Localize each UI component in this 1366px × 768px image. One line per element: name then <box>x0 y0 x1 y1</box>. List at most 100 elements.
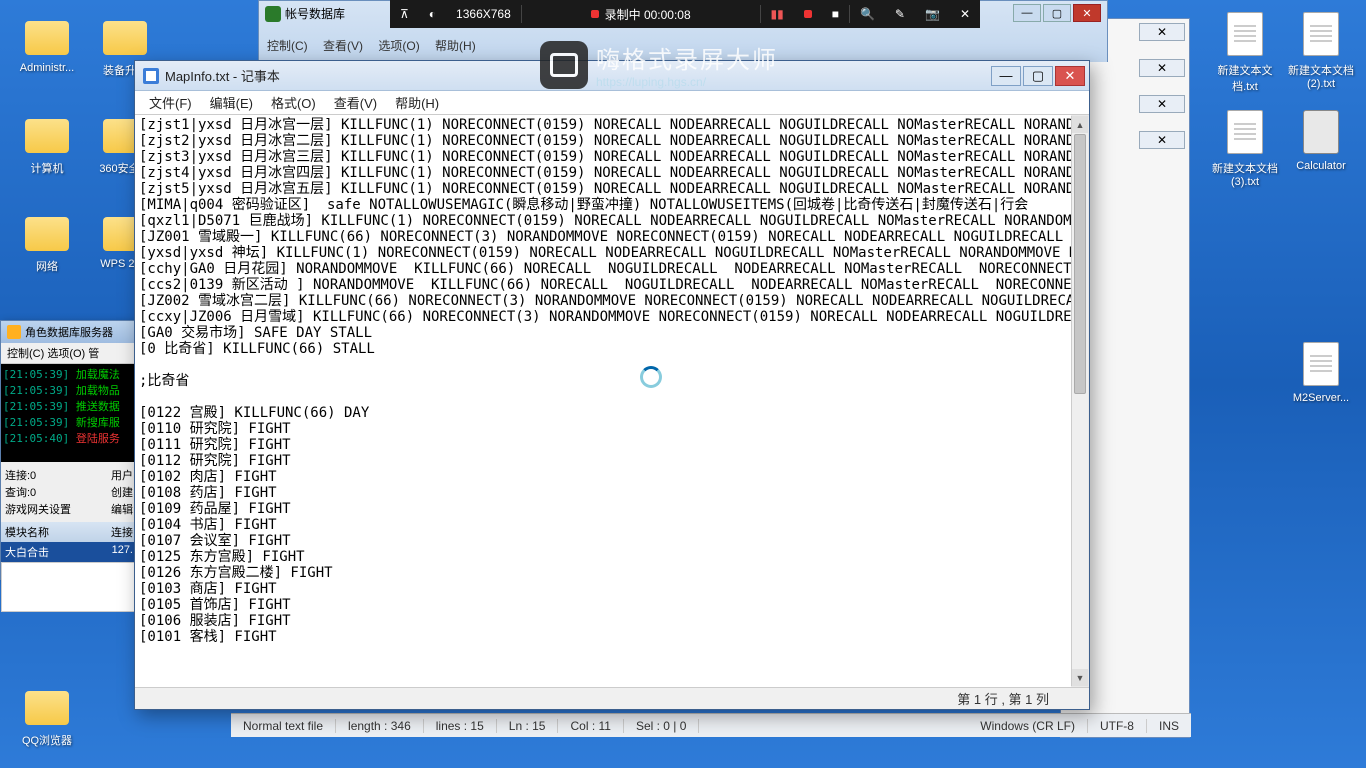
editor-line[interactable]: [0112 研究院] FIGHT <box>139 453 1067 469</box>
tab-close-icon[interactable]: ✕ <box>1139 95 1185 113</box>
editor-line[interactable]: [ccxy|JZ006 日月雪域] KILLFUNC(66) NORECONNE… <box>139 309 1067 325</box>
desktop-icon[interactable]: 新建文本文档 (3).txt <box>1210 108 1280 188</box>
tab-close-icon[interactable]: ✕ <box>1139 59 1185 77</box>
titlebar[interactable]: MapInfo.txt - 记事本 — ▢ ✕ <box>135 61 1089 91</box>
close-icon[interactable]: ✕ <box>950 0 980 28</box>
pencil-icon[interactable]: ✎ <box>885 0 915 28</box>
editor-line[interactable] <box>139 389 1067 405</box>
menu-format[interactable]: 格式(O) <box>263 91 324 114</box>
editor-line[interactable]: [zjst2|yxsd 日月冰宫二层] KILLFUNC(1) NORECONN… <box>139 133 1067 149</box>
editor-line[interactable]: [zjst5|yxsd 日月冰宫五层] KILLFUNC(1) NORECONN… <box>139 181 1067 197</box>
editor-line[interactable]: [0105 首饰店] FIGHT <box>139 597 1067 613</box>
desktop-icon[interactable]: M2Server... <box>1286 340 1356 404</box>
desktop-icon[interactable]: 新建文本文档.txt <box>1210 10 1280 94</box>
stats-panel: 连接:0用户查询:0创建游戏网关设置编辑 <box>1 462 137 522</box>
editor-line[interactable]: ;比奇省 <box>139 373 1067 389</box>
menu-view[interactable]: 查看(V) <box>326 91 385 114</box>
editor-line[interactable]: [MIMA|q004 密码验证区] safe NOTALLOWUSEMAGIC(… <box>139 197 1067 213</box>
notepad-icon <box>143 68 159 84</box>
log-output: [21:05:39] 加载魔法[21:05:39] 加载物品[21:05:39]… <box>1 364 137 462</box>
stop-icon[interactable]: ■ <box>822 0 849 28</box>
loading-spinner-icon <box>640 366 662 388</box>
pause-icon[interactable]: ▮▮ <box>761 0 794 28</box>
editor-line[interactable]: [GA0 交易市场] SAFE DAY STALL <box>139 325 1067 341</box>
desktop-icon-label: M2Server... <box>1286 392 1356 404</box>
editor-line[interactable]: [0122 宫殿] KILLFUNC(66) DAY <box>139 405 1067 421</box>
desktop-icon-label: 网络 <box>12 258 82 274</box>
role-db-server-window: 角色数据库服务器 控制(C) 选项(O) 管 [21:05:39] 加载魔法[2… <box>0 320 138 580</box>
desktop-icon[interactable]: Calculator <box>1286 108 1356 172</box>
maximize-button[interactable]: ▢ <box>1023 66 1053 86</box>
editor-line[interactable]: [0 比奇省] KILLFUNC(66) STALL <box>139 341 1067 357</box>
desktop-icon[interactable]: 网络 <box>12 206 82 274</box>
window-title: MapInfo.txt - 记事本 <box>165 66 991 85</box>
editor-line[interactable]: [0106 服装店] FIGHT <box>139 613 1067 629</box>
tab-close-icon[interactable]: ✕ <box>1139 131 1185 149</box>
cursor-position: 第 1 行 , 第 1 列 <box>957 689 1049 708</box>
menu-edit[interactable]: 编辑(E) <box>202 91 261 114</box>
desktop-icon[interactable]: QQ浏览器 <box>12 680 82 748</box>
editor-line[interactable]: [zjst1|yxsd 日月冰宫一层] KILLFUNC(1) NORECONN… <box>139 117 1067 133</box>
editor-line[interactable]: [0125 东方宫殿] FIGHT <box>139 549 1067 565</box>
editor-line[interactable] <box>139 357 1067 373</box>
editor-line[interactable]: [0108 药店] FIGHT <box>139 485 1067 501</box>
editor-line[interactable]: [0104 书店] FIGHT <box>139 517 1067 533</box>
editor-line[interactable]: [qxzl1|D5071 巨鹿战场] KILLFUNC(1) NORECONNE… <box>139 213 1067 229</box>
desktop-icon-label: QQ浏览器 <box>12 732 82 748</box>
editor-line[interactable]: [0110 研究院] FIGHT <box>139 421 1067 437</box>
app-icon <box>265 6 281 22</box>
editor-line[interactable]: [0103 商店] FIGHT <box>139 581 1067 597</box>
module-header: 模块名称连接 <box>1 522 137 542</box>
scroll-up-icon[interactable]: ▲ <box>1072 116 1088 133</box>
desktop-icon[interactable]: 新建文本文档 (2).txt <box>1286 10 1356 90</box>
desktop-icon-label: 新建文本文档 (2).txt <box>1286 62 1356 90</box>
camera-icon[interactable]: 📷 <box>915 0 950 28</box>
menubar[interactable]: 文件(F) 编辑(E) 格式(O) 查看(V) 帮助(H) <box>135 91 1089 115</box>
desktop-icon-label: 新建文本文档.txt <box>1210 62 1280 94</box>
app-icon <box>7 325 21 339</box>
pin-icon[interactable]: ⊼ <box>390 0 419 28</box>
editor-line[interactable]: [0126 东方宫殿二楼] FIGHT <box>139 565 1067 581</box>
recording-status: 录制中 00:00:08 <box>522 0 760 28</box>
menubar[interactable]: 控制(C) 查看(V) 选项(O) 帮助(H) <box>267 37 488 54</box>
scroll-thumb[interactable] <box>1074 134 1086 394</box>
editor-line[interactable]: [0111 研究院] FIGHT <box>139 437 1067 453</box>
menubar[interactable]: 控制(C) 选项(O) 管 <box>1 343 137 364</box>
desktop-icon-label: Calculator <box>1286 160 1356 172</box>
menu-file[interactable]: 文件(F) <box>141 91 200 114</box>
tab-close-icon[interactable]: ✕ <box>1139 23 1185 41</box>
scroll-down-icon[interactable]: ▼ <box>1072 669 1088 686</box>
search-icon[interactable]: 🔍 <box>850 0 885 28</box>
module-list <box>1 562 137 612</box>
editor-line[interactable]: [0109 药品屋] FIGHT <box>139 501 1067 517</box>
notepad-window: MapInfo.txt - 记事本 — ▢ ✕ 文件(F) 编辑(E) 格式(O… <box>134 60 1090 710</box>
record-icon[interactable] <box>794 0 822 28</box>
contrast-icon[interactable]: ◐ <box>419 0 446 28</box>
minimize-button[interactable]: — <box>1013 4 1041 22</box>
editor-line[interactable]: [yxsd|yxsd 神坛] KILLFUNC(1) NORECONNECT(0… <box>139 245 1067 261</box>
maximize-button[interactable]: ▢ <box>1043 4 1071 22</box>
editor-line[interactable]: [ccs2|0139 新区活动 ] NORANDOMMOVE KILLFUNC(… <box>139 277 1067 293</box>
menu-help[interactable]: 帮助(H) <box>387 91 447 114</box>
minimize-button[interactable]: — <box>991 66 1021 86</box>
close-button[interactable]: ✕ <box>1073 4 1101 22</box>
editor-line[interactable]: [0107 会议室] FIGHT <box>139 533 1067 549</box>
module-row[interactable]: 大白合击127. <box>1 542 137 562</box>
record-indicator-icon <box>591 10 599 18</box>
editor-line[interactable]: [JZ002 雪域冰宫二层] KILLFUNC(66) NORECONNECT(… <box>139 293 1067 309</box>
editor-line[interactable]: [zjst4|yxsd 日月冰宫四层] KILLFUNC(1) NORECONN… <box>139 165 1067 181</box>
editor-line[interactable]: [JZ001 雪域殿一] KILLFUNC(66) NORECONNECT(3)… <box>139 229 1067 245</box>
editor-line[interactable]: [cchy|GA0 日月花园] NORANDOMMOVE KILLFUNC(66… <box>139 261 1067 277</box>
resolution-label: 1366X768 <box>446 0 521 28</box>
statusbar: 第 1 行 , 第 1 列 <box>135 687 1089 709</box>
editor-line[interactable]: [0101 客栈] FIGHT <box>139 629 1067 645</box>
window-title: 帐号数据库 <box>285 5 345 22</box>
editor-line[interactable]: [zjst3|yxsd 日月冰宫三层] KILLFUNC(1) NORECONN… <box>139 149 1067 165</box>
close-button[interactable]: ✕ <box>1055 66 1085 86</box>
editor-line[interactable]: [0102 肉店] FIGHT <box>139 469 1067 485</box>
desktop-icon[interactable]: Administr... <box>12 10 82 74</box>
desktop-icon[interactable]: 计算机 <box>12 108 82 176</box>
scrollbar-vertical[interactable]: ▲ ▼ <box>1071 116 1088 686</box>
text-editor[interactable]: [zjst1|yxsd 日月冰宫一层] KILLFUNC(1) NORECONN… <box>135 115 1089 687</box>
screen-recorder-bar[interactable]: ⊼ ◐ 1366X768 录制中 00:00:08 ▮▮ ■ 🔍 ✎ 📷 ✕ <box>390 0 980 28</box>
